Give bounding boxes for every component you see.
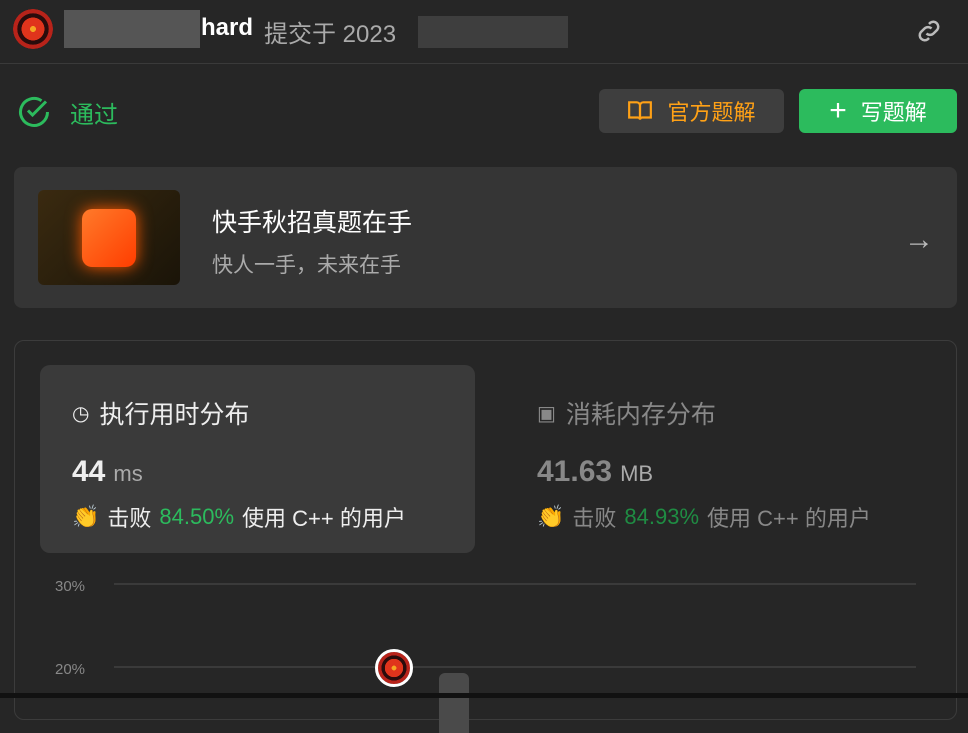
username[interactable]: hard bbox=[201, 14, 253, 42]
official-solution-label: 官方题解 bbox=[667, 100, 756, 125]
redacted-time bbox=[418, 16, 568, 48]
performance-panel: ◷ 执行用时分布 44 ms 👏 击败 84.50% 使用 C++ 的用户 ▣ 消耗内存分布… bbox=[14, 340, 957, 733]
user-position-marker[interactable] bbox=[375, 649, 413, 687]
official-solution-button[interactable]: 官方题解 bbox=[599, 89, 784, 133]
status-label: 通过 bbox=[70, 101, 118, 129]
memory-title: 消耗内存分布 bbox=[565, 401, 716, 429]
banner-subtitle: 快人一手，未来在手 bbox=[212, 254, 401, 277]
runtime-unit: ms bbox=[113, 461, 143, 486]
submitted-time: 提交于 2023 bbox=[264, 21, 397, 48]
clock-icon: ◷ bbox=[72, 402, 90, 425]
kuaishou-icon bbox=[82, 209, 136, 267]
write-solution-label: 写题解 bbox=[860, 100, 927, 125]
arrow-right-icon[interactable]: → bbox=[904, 223, 934, 257]
y-tick-20: 20% bbox=[55, 661, 86, 678]
gridline bbox=[114, 583, 916, 585]
memory-value: 41.63 bbox=[537, 455, 613, 488]
memory-unit: MB bbox=[620, 461, 654, 486]
clap-icon: 👏 bbox=[72, 504, 100, 529]
chip-icon: ▣ bbox=[537, 402, 556, 425]
gridline bbox=[114, 666, 916, 668]
clap-icon: 👏 bbox=[537, 504, 565, 529]
runtime-beat: 击败 bbox=[107, 506, 152, 531]
status-accepted: 通过 bbox=[16, 94, 118, 130]
write-solution-button[interactable]: + 写题解 bbox=[799, 89, 957, 133]
bottom-edge bbox=[0, 693, 968, 698]
memory-beat: 击败 bbox=[572, 506, 617, 531]
distribution-bar[interactable] bbox=[439, 673, 469, 733]
submission-header: hard 提交于 2023 bbox=[0, 0, 968, 64]
banner-title: 快手秋招真题在手 bbox=[212, 209, 413, 237]
book-icon bbox=[628, 101, 653, 120]
runtime-percent: 84.50% bbox=[159, 504, 235, 529]
plus-icon: + bbox=[829, 94, 847, 127]
promo-banner[interactable]: 快手秋招真题在手 快人一手，未来在手 → bbox=[14, 167, 957, 308]
memory-percent: 84.93% bbox=[624, 504, 700, 529]
y-tick-30: 30% bbox=[55, 578, 86, 595]
memory-suffix: 使用 C++ 的用户 bbox=[707, 506, 871, 531]
runtime-title: 执行用时分布 bbox=[99, 401, 250, 429]
kuaishou-logo-image bbox=[38, 190, 180, 285]
runtime-suffix: 使用 C++ 的用户 bbox=[242, 506, 406, 531]
link-icon[interactable] bbox=[912, 16, 946, 46]
runtime-value: 44 bbox=[72, 455, 106, 488]
runtime-tab[interactable]: ◷ 执行用时分布 44 ms 👏 击败 84.50% 使用 C++ 的用户 bbox=[40, 365, 475, 553]
memory-tab[interactable]: ▣ 消耗内存分布 41.63 MB 👏 击败 84.93% 使用 C++ 的用户 bbox=[505, 365, 940, 553]
redacted-username bbox=[64, 10, 200, 48]
check-circle-icon bbox=[19, 97, 49, 127]
avatar[interactable] bbox=[13, 9, 53, 49]
